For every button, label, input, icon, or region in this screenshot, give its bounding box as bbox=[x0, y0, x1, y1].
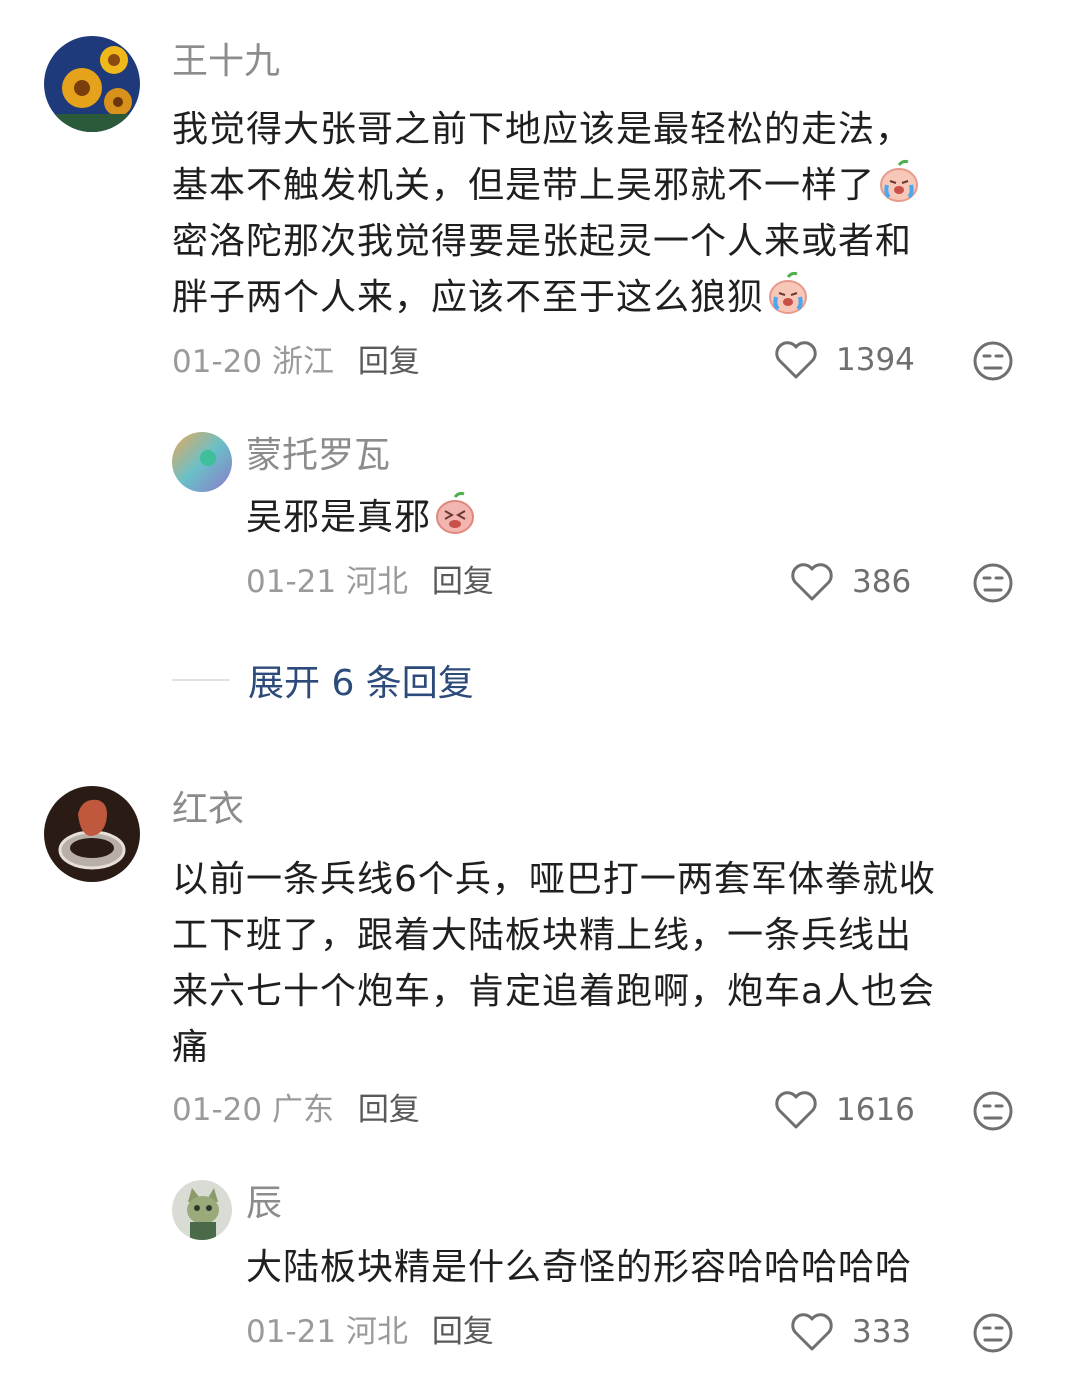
meh-face-icon bbox=[973, 1091, 1013, 1131]
heart-outline-icon bbox=[791, 1313, 833, 1351]
reply-text: 大陆板块精是什么奇怪的形容哈哈哈哈哈 bbox=[246, 1247, 913, 1288]
reply-date: 01-21 bbox=[246, 564, 337, 600]
dislike-button[interactable] bbox=[972, 340, 1014, 382]
reply-button[interactable]: 回复 bbox=[358, 1092, 420, 1128]
ring-avatar-image bbox=[44, 786, 140, 882]
avatar[interactable] bbox=[44, 36, 140, 132]
like-count: 1394 bbox=[836, 342, 915, 378]
comment-text-line: 胖子两个人来，应该不至于这么狼狈 bbox=[172, 270, 1052, 326]
comment-text-line: 来六七十个炮车，肯定追着跑啊，炮车a人也会 bbox=[172, 971, 936, 1012]
dislike-button[interactable] bbox=[972, 562, 1014, 604]
meh-face-icon bbox=[973, 563, 1013, 603]
expand-replies-button[interactable]: 展开 6 条回复 bbox=[172, 654, 474, 706]
comment-text-line: 基本不触发机关，但是带上吴邪就不一样了 bbox=[172, 158, 1052, 214]
comment-text: 我觉得大张哥之前下地应该是最轻松的走法， 基本不触发机关，但是带上吴邪就不一样了… bbox=[172, 102, 1052, 326]
comment-location: 广东 bbox=[271, 1092, 334, 1128]
dislike-button[interactable] bbox=[972, 1090, 1014, 1132]
comment-date: 01-20 bbox=[172, 1092, 263, 1128]
like-count: 386 bbox=[852, 564, 912, 600]
divider-line bbox=[172, 679, 230, 681]
like-button[interactable]: 1616 bbox=[774, 1090, 915, 1130]
dislike-button[interactable] bbox=[972, 1312, 1014, 1354]
comment-meta: 01-20 广东 回复 bbox=[172, 1090, 420, 1130]
comment-date: 01-20 bbox=[172, 344, 263, 380]
reply-date: 01-21 bbox=[246, 1314, 337, 1350]
reply-avatar[interactable] bbox=[172, 432, 232, 492]
heart-outline-icon bbox=[791, 563, 833, 601]
expand-replies-label: 展开 6 条回复 bbox=[248, 663, 474, 704]
reply-username[interactable]: 蒙托罗瓦 bbox=[246, 434, 390, 478]
cat-avatar-image bbox=[172, 1180, 232, 1240]
reply-meta: 01-21 河北 回复 bbox=[246, 562, 494, 602]
crying-peach-emoji bbox=[769, 271, 808, 314]
avatar[interactable] bbox=[44, 786, 140, 882]
comment-location: 浙江 bbox=[271, 344, 334, 380]
comment-username[interactable]: 红衣 bbox=[172, 788, 244, 832]
reply-avatar[interactable] bbox=[172, 1180, 232, 1240]
comment-meta: 01-20 浙江 回复 bbox=[172, 342, 420, 382]
reply-meta: 01-21 河北 回复 bbox=[246, 1312, 494, 1352]
like-count: 333 bbox=[852, 1314, 912, 1350]
opal-avatar-image bbox=[172, 432, 232, 492]
reply-username[interactable]: 辰 bbox=[246, 1182, 282, 1226]
like-button[interactable]: 333 bbox=[790, 1312, 911, 1352]
comment-text-line: 密洛陀那次我觉得要是张起灵一个人来或者和 bbox=[172, 221, 913, 262]
comment-text-line: 痛 bbox=[172, 1027, 210, 1068]
like-count: 1616 bbox=[836, 1092, 915, 1128]
reply-button[interactable]: 回复 bbox=[358, 344, 420, 380]
sunflower-avatar-image bbox=[44, 36, 140, 132]
meh-face-icon bbox=[973, 341, 1013, 381]
crying-peach-emoji bbox=[436, 491, 475, 534]
reply-button[interactable]: 回复 bbox=[432, 1314, 494, 1350]
meh-face-icon bbox=[973, 1313, 1013, 1353]
heart-outline-icon bbox=[775, 1091, 817, 1129]
like-button[interactable]: 1394 bbox=[774, 340, 915, 380]
reply-location: 河北 bbox=[345, 564, 408, 600]
crying-peach-emoji bbox=[880, 159, 919, 202]
heart-outline-icon bbox=[775, 341, 817, 379]
reply-button[interactable]: 回复 bbox=[432, 564, 494, 600]
like-button[interactable]: 386 bbox=[790, 562, 911, 602]
reply-location: 河北 bbox=[345, 1314, 408, 1350]
comment-username[interactable]: 王十九 bbox=[172, 40, 280, 84]
comment-text: 以前一条兵线6个兵，哑巴打一两套军体拳就收 工下班了，跟着大陆板块精上线，一条兵… bbox=[172, 852, 1052, 1076]
comment-text-line: 我觉得大张哥之前下地应该是最轻松的走法， bbox=[172, 109, 913, 150]
comment-text-line: 以前一条兵线6个兵，哑巴打一两套军体拳就收 bbox=[172, 859, 936, 900]
comment-text-line: 工下班了，跟着大陆板块精上线，一条兵线出 bbox=[172, 915, 913, 956]
reply-text: 吴邪是真邪 bbox=[246, 490, 477, 546]
